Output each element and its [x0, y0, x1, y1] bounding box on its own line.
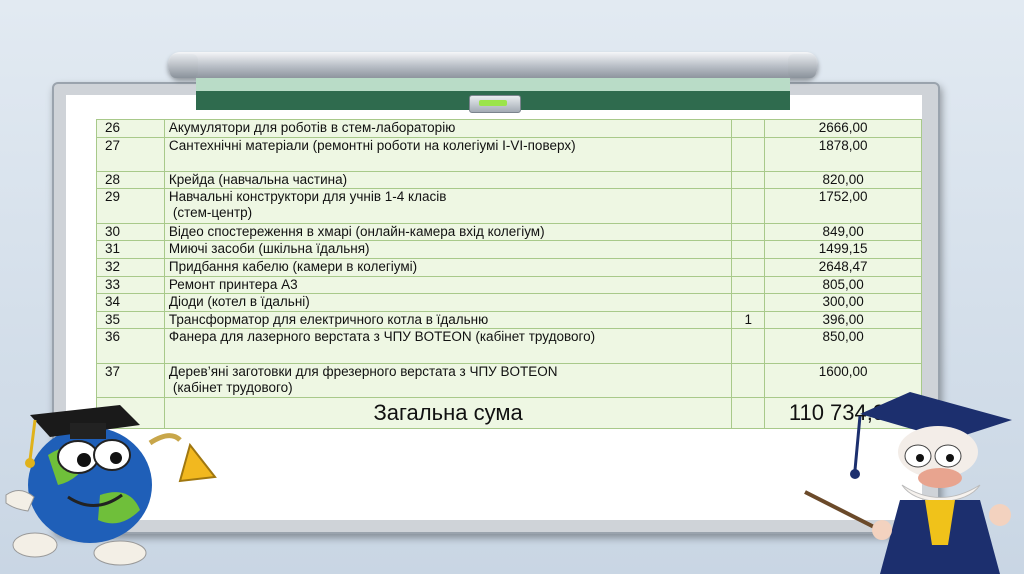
row-number: 27 — [96, 136, 165, 172]
table-row: 26 Акумулятори для роботів в стем-лаборат… — [96, 119, 922, 138]
row-amount: 2648,47 — [764, 257, 922, 277]
description-line: Трансформатор для електричного котла в ї… — [168, 311, 489, 327]
row-amount: 1752,00 — [764, 188, 922, 224]
row-amount: 1878,00 — [764, 136, 922, 172]
description-line: Сантехнічні матеріали (ремонтні роботи н… — [168, 137, 576, 153]
row-number: 33 — [96, 275, 165, 295]
row-quantity — [731, 275, 766, 295]
roller-cap-right — [788, 54, 816, 78]
row-amount: 849,00 — [764, 222, 922, 242]
row-number: 31 — [96, 240, 165, 259]
row-description: Ремонт принтера А3 — [163, 275, 733, 295]
table-row: 30 Відео спостереження в хмарі (онлайн-ка… — [96, 222, 922, 242]
budget-table: 26 Акумулятори для роботів в стем-лаборат… — [96, 119, 922, 430]
row-description: Акумулятори для роботів в стем-лаборатор… — [163, 119, 733, 138]
row-description: Миючі засоби (шкільна їдальня) — [163, 240, 733, 259]
row-description: Відео спостереження в хмарі (онлайн-каме… — [163, 222, 733, 242]
row-amount: 396,00 — [764, 310, 922, 330]
table-row: 34 Діоди (котел в їдальні) 300,00 — [96, 293, 922, 312]
row-quantity — [731, 119, 766, 138]
table-row: 28 Крейда (навчальна частина) 820,00 — [96, 170, 922, 190]
row-amount: 805,00 — [764, 275, 922, 295]
professor-icon — [804, 392, 1012, 574]
row-description: Крейда (навчальна частина) — [163, 170, 733, 190]
row-description: Фанера для лазерного верстата з ЧПУ BOTE… — [163, 328, 733, 364]
handle-light — [479, 100, 507, 106]
description-line: Діоди (котел в їдальні) — [168, 294, 310, 310]
table-row: 33 Ремонт принтера А3 805,00 — [96, 275, 922, 295]
row-description: Навчальні конструктори для учнів 1-4 кла… — [163, 188, 733, 224]
row-quantity — [731, 240, 766, 259]
row-amount: 1499,15 — [764, 240, 922, 259]
row-number: 35 — [96, 310, 165, 330]
description-line: Миючі засоби (шкільна їдальня) — [168, 241, 370, 257]
row-quantity — [731, 257, 766, 277]
row-amount: 850,00 — [764, 328, 922, 364]
row-description: Сантехнічні матеріали (ремонтні роботи н… — [163, 136, 733, 172]
description-line: Акумулятори для роботів в стем-лаборатор… — [168, 120, 456, 135]
description-line-2: (кабінет трудового) — [172, 379, 293, 395]
row-number: 30 — [96, 222, 165, 242]
table-row: 32 Придбання кабелю (камери в колегіумі) 2… — [96, 257, 922, 277]
table-row: 36 Фанера для лазерного верстата з ЧПУ BO… — [96, 328, 922, 364]
row-amount: 300,00 — [764, 293, 922, 312]
row-description: Діоди (котел в їдальні) — [163, 293, 733, 312]
row-quantity — [731, 328, 766, 364]
row-quantity — [731, 188, 766, 224]
row-number: 36 — [96, 328, 165, 364]
row-number: 28 — [96, 170, 165, 190]
row-description: Трансформатор для електричного котла в ї… — [163, 310, 733, 330]
description-line: Фанера для лазерного верстата з ЧПУ BOTE… — [168, 329, 596, 345]
row-amount: 2666,00 — [764, 119, 922, 138]
row-quantity — [731, 222, 766, 242]
row-number: 26 — [96, 119, 165, 138]
description-line-2: (стем-центр) — [172, 205, 253, 221]
row-amount: 820,00 — [764, 170, 922, 190]
row-number: 29 — [96, 188, 165, 224]
table-row: 27 Сантехнічні матеріали (ремонтні роботи… — [96, 136, 922, 172]
description-line: Навчальні конструктори для учнів 1-4 кла… — [168, 189, 447, 205]
description-line: Ремонт принтера А3 — [168, 276, 298, 292]
row-number: 34 — [96, 293, 165, 312]
description-line: Крейда (навчальна частина) — [168, 171, 348, 187]
description-line: Відео спостереження в хмарі (онлайн-каме… — [168, 223, 545, 239]
total-row-qty-blank — [731, 396, 766, 430]
description-line: Дерев’яні заготовки для фрезерного верст… — [168, 363, 558, 379]
description-line: Придбання кабелю (камери в колегіумі) — [168, 258, 418, 274]
row-description: Дерев’яні заготовки для фрезерного верст… — [163, 362, 733, 398]
row-quantity: 1 — [731, 310, 766, 330]
globe-graduate-icon — [5, 405, 217, 566]
table-row: 35 Трансформатор для електричного котла в… — [96, 310, 922, 330]
row-quantity — [731, 136, 766, 172]
row-quantity — [731, 362, 766, 398]
row-number: 32 — [96, 257, 165, 277]
projector-screen-roller — [168, 52, 818, 78]
total-label: Загальна сума — [163, 396, 733, 430]
row-quantity — [731, 293, 766, 312]
table-row: 29 Навчальні конструктори для учнів 1-4 к… — [96, 188, 922, 224]
row-quantity — [731, 170, 766, 190]
roller-cap-left — [170, 54, 198, 78]
row-description: Придбання кабелю (камери в колегіумі) — [163, 257, 733, 277]
table-row: 31 Миючі засоби (шкільна їдальня) 1499,15 — [96, 240, 922, 259]
